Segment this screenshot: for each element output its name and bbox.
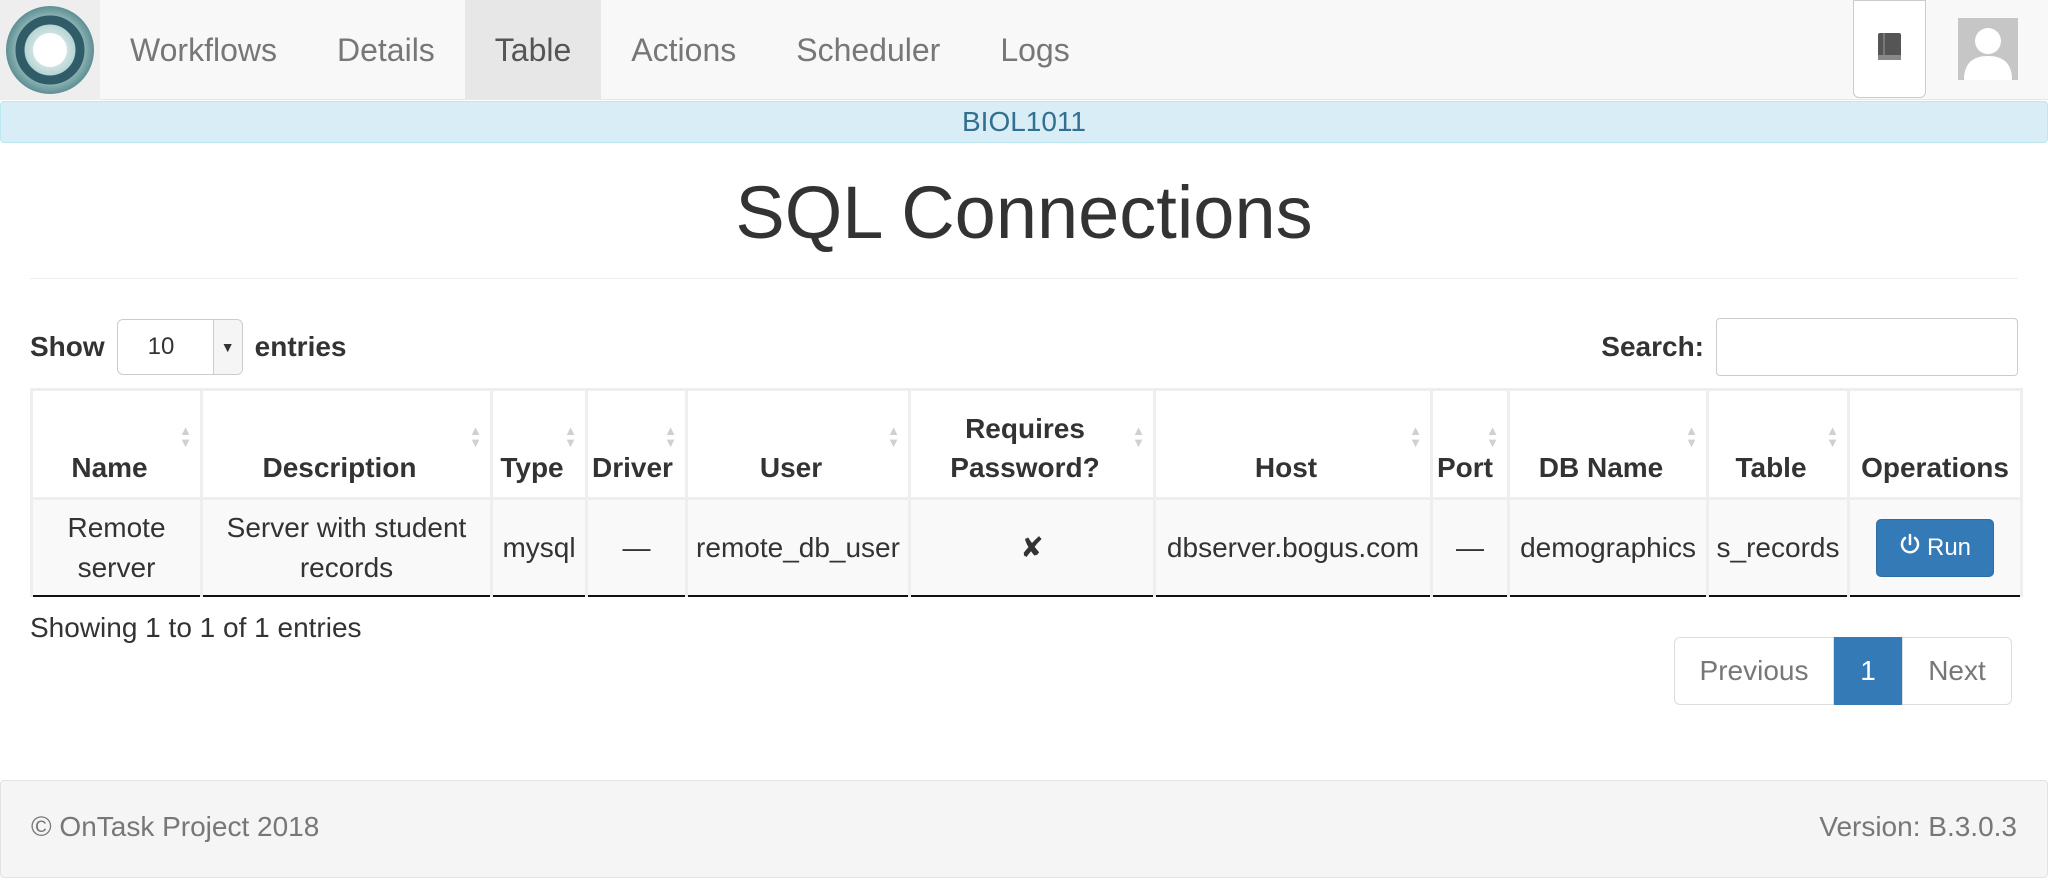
title-divider: [30, 278, 2018, 279]
cell-user: remote_db_user: [685, 497, 911, 597]
footer: © OnTask Project 2018 Version: B.3.0.3: [0, 780, 2048, 878]
sql-connections-table: Name ▲ ▼ Description ▲ ▼ Type ▲ ▼ Driver ▲ ▼ Use…: [30, 388, 2023, 597]
sort-icon: ▲ ▼: [1132, 423, 1145, 450]
col-header-port[interactable]: Port ▲ ▼: [1430, 388, 1510, 500]
col-header-driver[interactable]: Driver ▲ ▼: [585, 388, 688, 500]
col-header-operations: Operations: [1847, 388, 2023, 500]
power-icon: [1899, 528, 1927, 568]
cell-table: s_records: [1706, 497, 1850, 597]
run-button[interactable]: Run: [1876, 518, 1994, 577]
search-input[interactable]: [1716, 318, 2018, 376]
cell-description: Server with student records: [200, 497, 493, 597]
previous-page-button[interactable]: Previous: [1674, 637, 1834, 705]
book-icon: [1875, 31, 1905, 68]
col-header-requires-password[interactable]: Requires Password? ▲ ▼: [908, 388, 1156, 500]
sort-icon: ▲ ▼: [1409, 423, 1422, 450]
table-row: Remote server Server with student record…: [30, 497, 2023, 597]
col-header-type[interactable]: Type ▲ ▼: [490, 388, 588, 500]
table-search: Search:: [1601, 318, 2018, 376]
col-header-host[interactable]: Host ▲ ▼: [1153, 388, 1433, 500]
col-header-table[interactable]: Table ▲ ▼: [1706, 388, 1850, 500]
cell-host: dbserver.bogus.com: [1153, 497, 1433, 597]
nav-table[interactable]: Table: [464, 0, 602, 100]
cell-db-name: demographics: [1507, 497, 1709, 597]
col-header-description[interactable]: Description ▲ ▼: [200, 388, 493, 500]
sort-icon: ▲ ▼: [1685, 423, 1698, 450]
entries-label: entries: [254, 331, 347, 362]
nav-workflows[interactable]: Workflows: [100, 0, 307, 100]
page-1-button[interactable]: 1: [1834, 637, 1902, 705]
user-avatar-icon[interactable]: [1958, 18, 2018, 80]
next-page-button[interactable]: Next: [1902, 637, 2012, 705]
search-label: Search:: [1601, 331, 1704, 362]
sort-icon: ▲ ▼: [887, 423, 900, 450]
workflow-name-banner[interactable]: BIOL1011: [0, 101, 2048, 143]
cell-type: mysql: [490, 497, 588, 597]
run-button-label: Run: [1926, 533, 1972, 561]
cell-driver: —: [585, 497, 688, 597]
pagination: Previous 1 Next: [1674, 637, 2012, 705]
nav-logs[interactable]: Logs: [970, 0, 1099, 100]
page-length-control: Show 10 ▼ entries: [30, 318, 347, 376]
table-header-row: Name ▲ ▼ Description ▲ ▼ Type ▲ ▼ Driver ▲ ▼ Use…: [30, 388, 2023, 500]
table-info: Showing 1 to 1 of 1 entries: [30, 612, 362, 643]
col-header-db-name[interactable]: DB Name ▲ ▼: [1507, 388, 1709, 500]
cell-port: —: [1430, 497, 1510, 597]
documentation-button[interactable]: [1853, 0, 1926, 98]
nav-scheduler[interactable]: Scheduler: [766, 0, 970, 100]
caret-down-icon: ▼: [212, 320, 242, 374]
main-nav: Workflows Details Table Actions Schedule…: [100, 0, 1100, 100]
page-title: SQL Connections: [735, 171, 1313, 254]
sort-icon: ▲ ▼: [469, 423, 482, 450]
sort-icon: ▲ ▼: [1826, 423, 1839, 450]
cell-name: Remote server: [30, 497, 203, 597]
cell-operations: Run: [1847, 497, 2023, 597]
top-navbar: Workflows Details Table Actions Schedule…: [0, 0, 2048, 100]
sort-icon: ▲ ▼: [1486, 423, 1499, 450]
col-header-name[interactable]: Name ▲ ▼: [30, 388, 203, 500]
footer-version: Version: B.3.0.3: [1819, 811, 2017, 842]
nav-actions[interactable]: Actions: [601, 0, 766, 100]
page-length-select[interactable]: 10 ▼: [116, 319, 243, 375]
sort-icon: ▲ ▼: [564, 423, 577, 450]
workflow-name[interactable]: BIOL1011: [962, 106, 1086, 138]
col-header-user[interactable]: User ▲ ▼: [685, 388, 911, 500]
ontask-logo-icon[interactable]: [0, 0, 100, 100]
show-label: Show: [30, 331, 105, 362]
cell-requires-password: ✘: [908, 497, 1156, 597]
sort-icon: ▲ ▼: [664, 423, 677, 450]
nav-details[interactable]: Details: [307, 0, 465, 100]
footer-copyright: © OnTask Project 2018: [31, 811, 320, 842]
page-length-value: 10: [147, 333, 175, 360]
sort-icon: ▲ ▼: [179, 423, 192, 450]
